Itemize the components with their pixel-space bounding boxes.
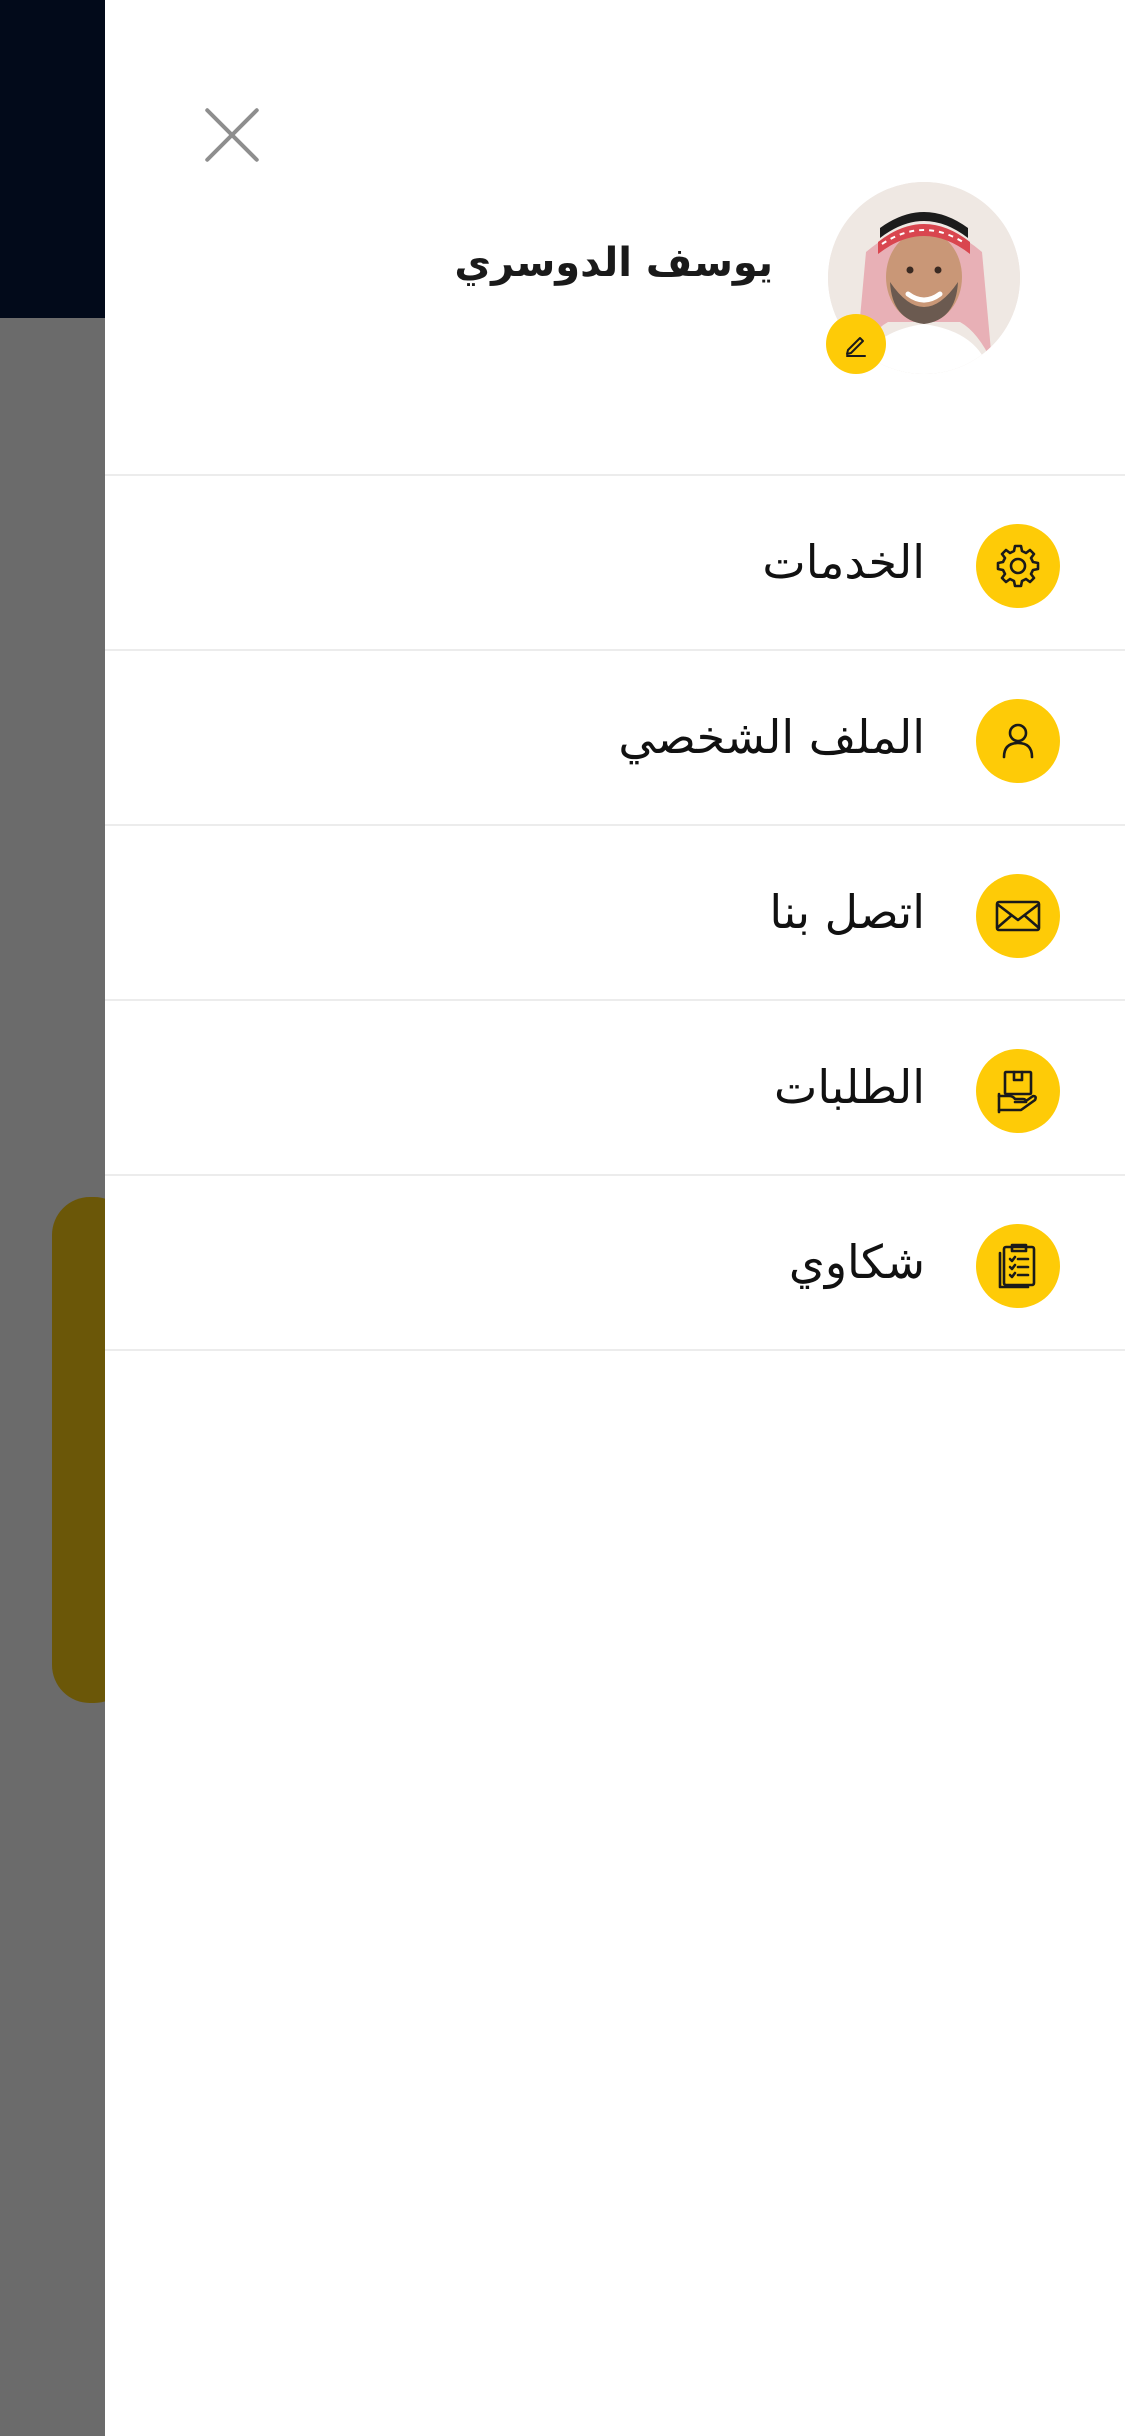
side-menu: الخدمات الملف الشخصي اتصل بنا الطلبات شك… [105,474,1125,1351]
envelope-icon [976,874,1060,958]
menu-item-label: الخدمات [762,535,925,589]
edit-profile-button[interactable] [826,314,886,374]
menu-item-label: اتصل بنا [769,885,925,939]
pencil-icon [846,337,866,357]
menu-item-label: الملف الشخصي [618,710,925,764]
menu-item-orders[interactable]: الطلبات [105,1001,1125,1176]
clipboard-icon [976,1224,1060,1308]
background-header [0,0,105,318]
box-hand-icon [976,1049,1060,1133]
menu-item-profile[interactable]: الملف الشخصي [105,651,1125,826]
user-icon [976,699,1060,783]
profile-name: يوسف الدوسري [454,240,773,286]
gear-icon [976,524,1060,608]
menu-item-services[interactable]: الخدمات [105,476,1125,651]
close-button[interactable] [200,103,264,167]
menu-item-complaints[interactable]: شكاوي [105,1176,1125,1351]
menu-item-contact[interactable]: اتصل بنا [105,826,1125,1001]
menu-item-label: شكاوي [788,1235,925,1289]
menu-item-label: الطلبات [774,1060,925,1114]
